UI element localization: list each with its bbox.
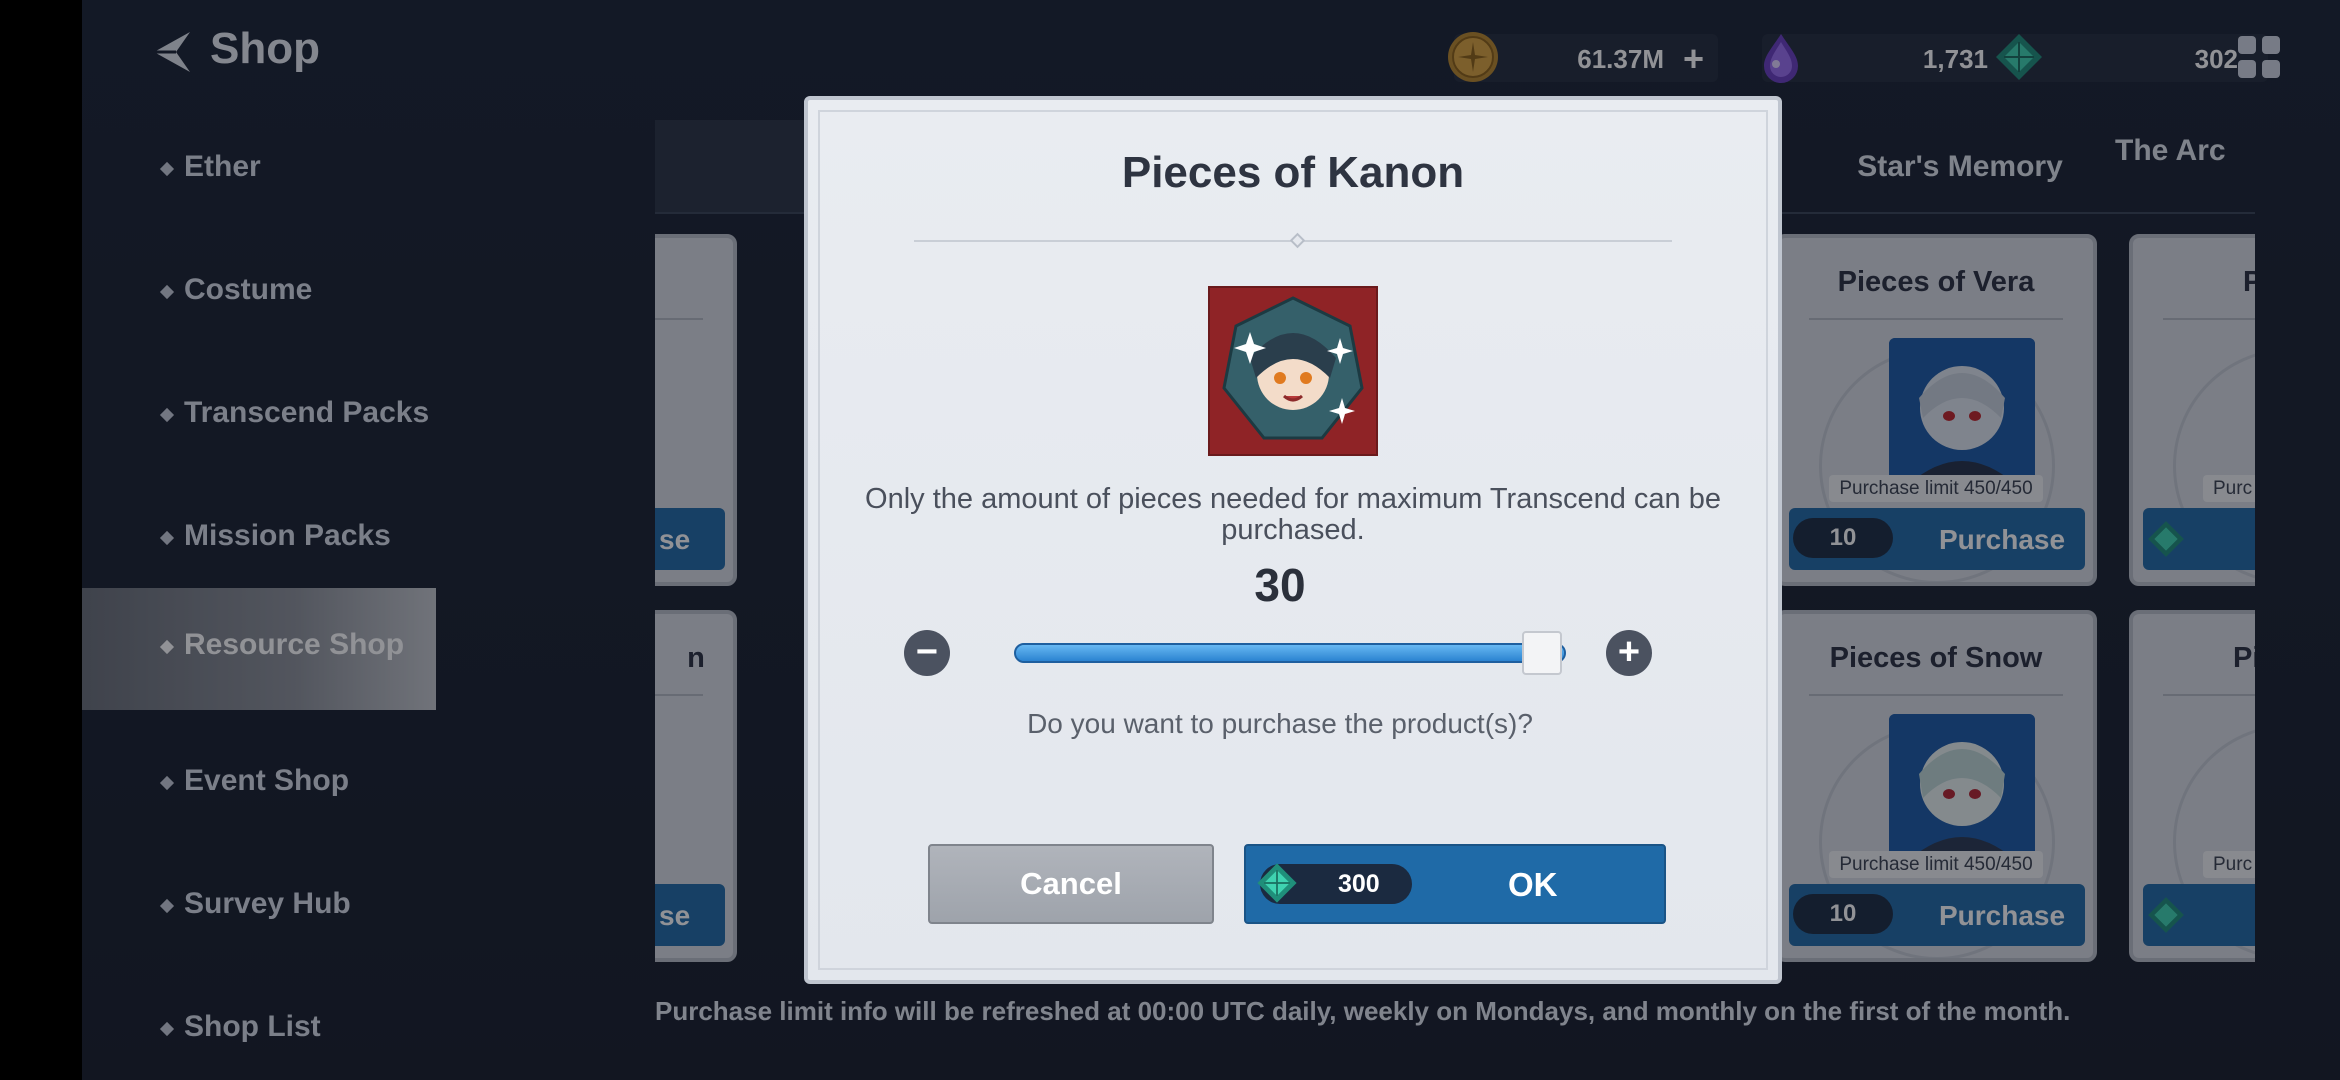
increase-button[interactable]: +: [1606, 630, 1652, 676]
price-value: 300: [1338, 870, 1380, 898]
slider-fill: [1016, 645, 1564, 661]
gem-icon: [1257, 863, 1297, 903]
cancel-button[interactable]: Cancel: [928, 844, 1214, 924]
decrease-button[interactable]: −: [904, 630, 950, 676]
quantity-value: 30: [1254, 559, 1306, 611]
confirm-question: Do you want to purchase the product(s)?: [1027, 708, 1533, 739]
screen-edge: [0, 0, 82, 1080]
item-portrait: [1208, 286, 1378, 456]
purchase-dialog: Pieces of Kanon Only the amount of piece…: [804, 96, 1782, 984]
price-badge: 300: [1257, 863, 1412, 904]
quantity-slider[interactable]: [1014, 643, 1566, 663]
ok-button[interactable]: 300 OK: [1244, 844, 1666, 924]
dialog-title: Pieces of Kanon: [1121, 148, 1465, 197]
app-window: Shop 61.37M + 1,731 + 302: [82, 0, 2340, 1080]
ok-label: OK: [1508, 866, 1558, 903]
slider-handle[interactable]: [1522, 631, 1562, 675]
dialog-info-text: Only the amount of pieces needed for max…: [865, 483, 1721, 546]
